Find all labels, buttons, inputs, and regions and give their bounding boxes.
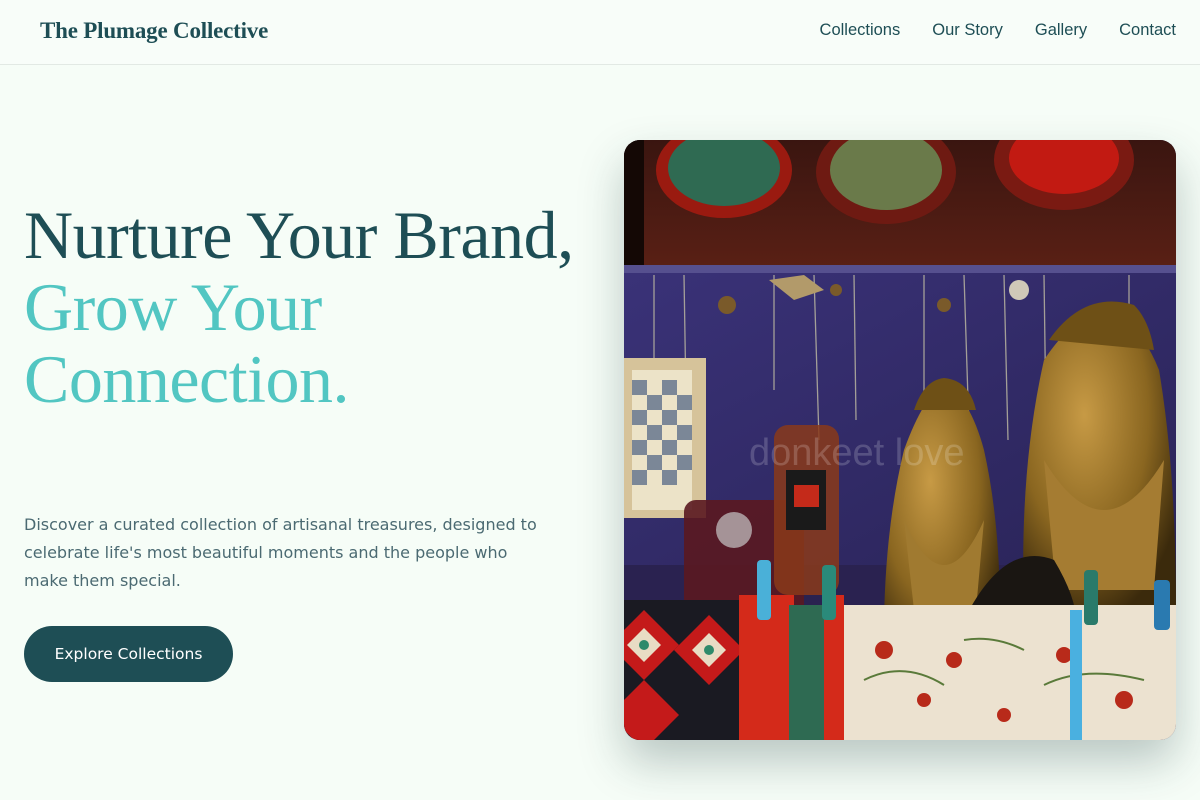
main-nav: Collections Our Story Gallery Contact: [820, 21, 1176, 40]
hero-title: Nurture Your Brand, Grow Your Connection…: [24, 199, 584, 415]
image-watermark: donkeet love: [749, 432, 965, 474]
nav-link-contact[interactable]: Contact: [1119, 21, 1176, 40]
nav-link-gallery[interactable]: Gallery: [1035, 21, 1087, 40]
nav-link-collections[interactable]: Collections: [820, 21, 901, 40]
hero-description: Discover a curated collection of artisan…: [24, 515, 537, 590]
nav-link-our-story[interactable]: Our Story: [932, 21, 1003, 40]
site-header: The Plumage Collective Collections Our S…: [0, 0, 1200, 65]
hero-title-line-1: Nurture Your Brand,: [24, 197, 574, 273]
explore-collections-button[interactable]: Explore Collections: [24, 626, 233, 682]
hero-image: donkeet love: [624, 140, 1176, 740]
hero-title-line-2: Grow Your Connection.: [24, 269, 350, 417]
brand-logo[interactable]: The Plumage Collective: [40, 18, 268, 44]
